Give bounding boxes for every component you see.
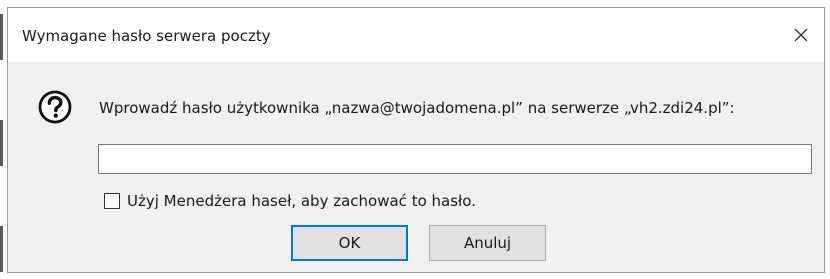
dialog-titlebar: Wymagane hasło serwera poczty (8, 8, 824, 62)
close-icon (794, 28, 808, 42)
ok-button[interactable]: OK (291, 225, 408, 261)
close-button[interactable] (778, 8, 824, 62)
background-window-edge (0, 120, 3, 166)
remember-password-checkbox[interactable] (104, 193, 120, 209)
background-window-edge (0, 14, 3, 60)
password-input[interactable] (98, 144, 812, 174)
screen: Wymagane hasło serwera poczty Wprowadź h… (0, 0, 830, 279)
password-dialog: Wymagane hasło serwera poczty Wprowadź h… (7, 7, 825, 273)
dialog-title: Wymagane hasło serwera poczty (22, 27, 271, 45)
password-prompt: Wprowadź hasło użytkownika „nazwa@twojad… (99, 99, 735, 117)
remember-password-option[interactable]: Użyj Menedżera haseł, aby zachować to ha… (104, 191, 476, 211)
background-window-edge (0, 226, 3, 272)
question-icon (38, 90, 72, 124)
remember-password-label[interactable]: Użyj Menedżera haseł, aby zachować to ha… (127, 192, 476, 210)
cancel-button[interactable]: Anuluj (429, 225, 546, 261)
